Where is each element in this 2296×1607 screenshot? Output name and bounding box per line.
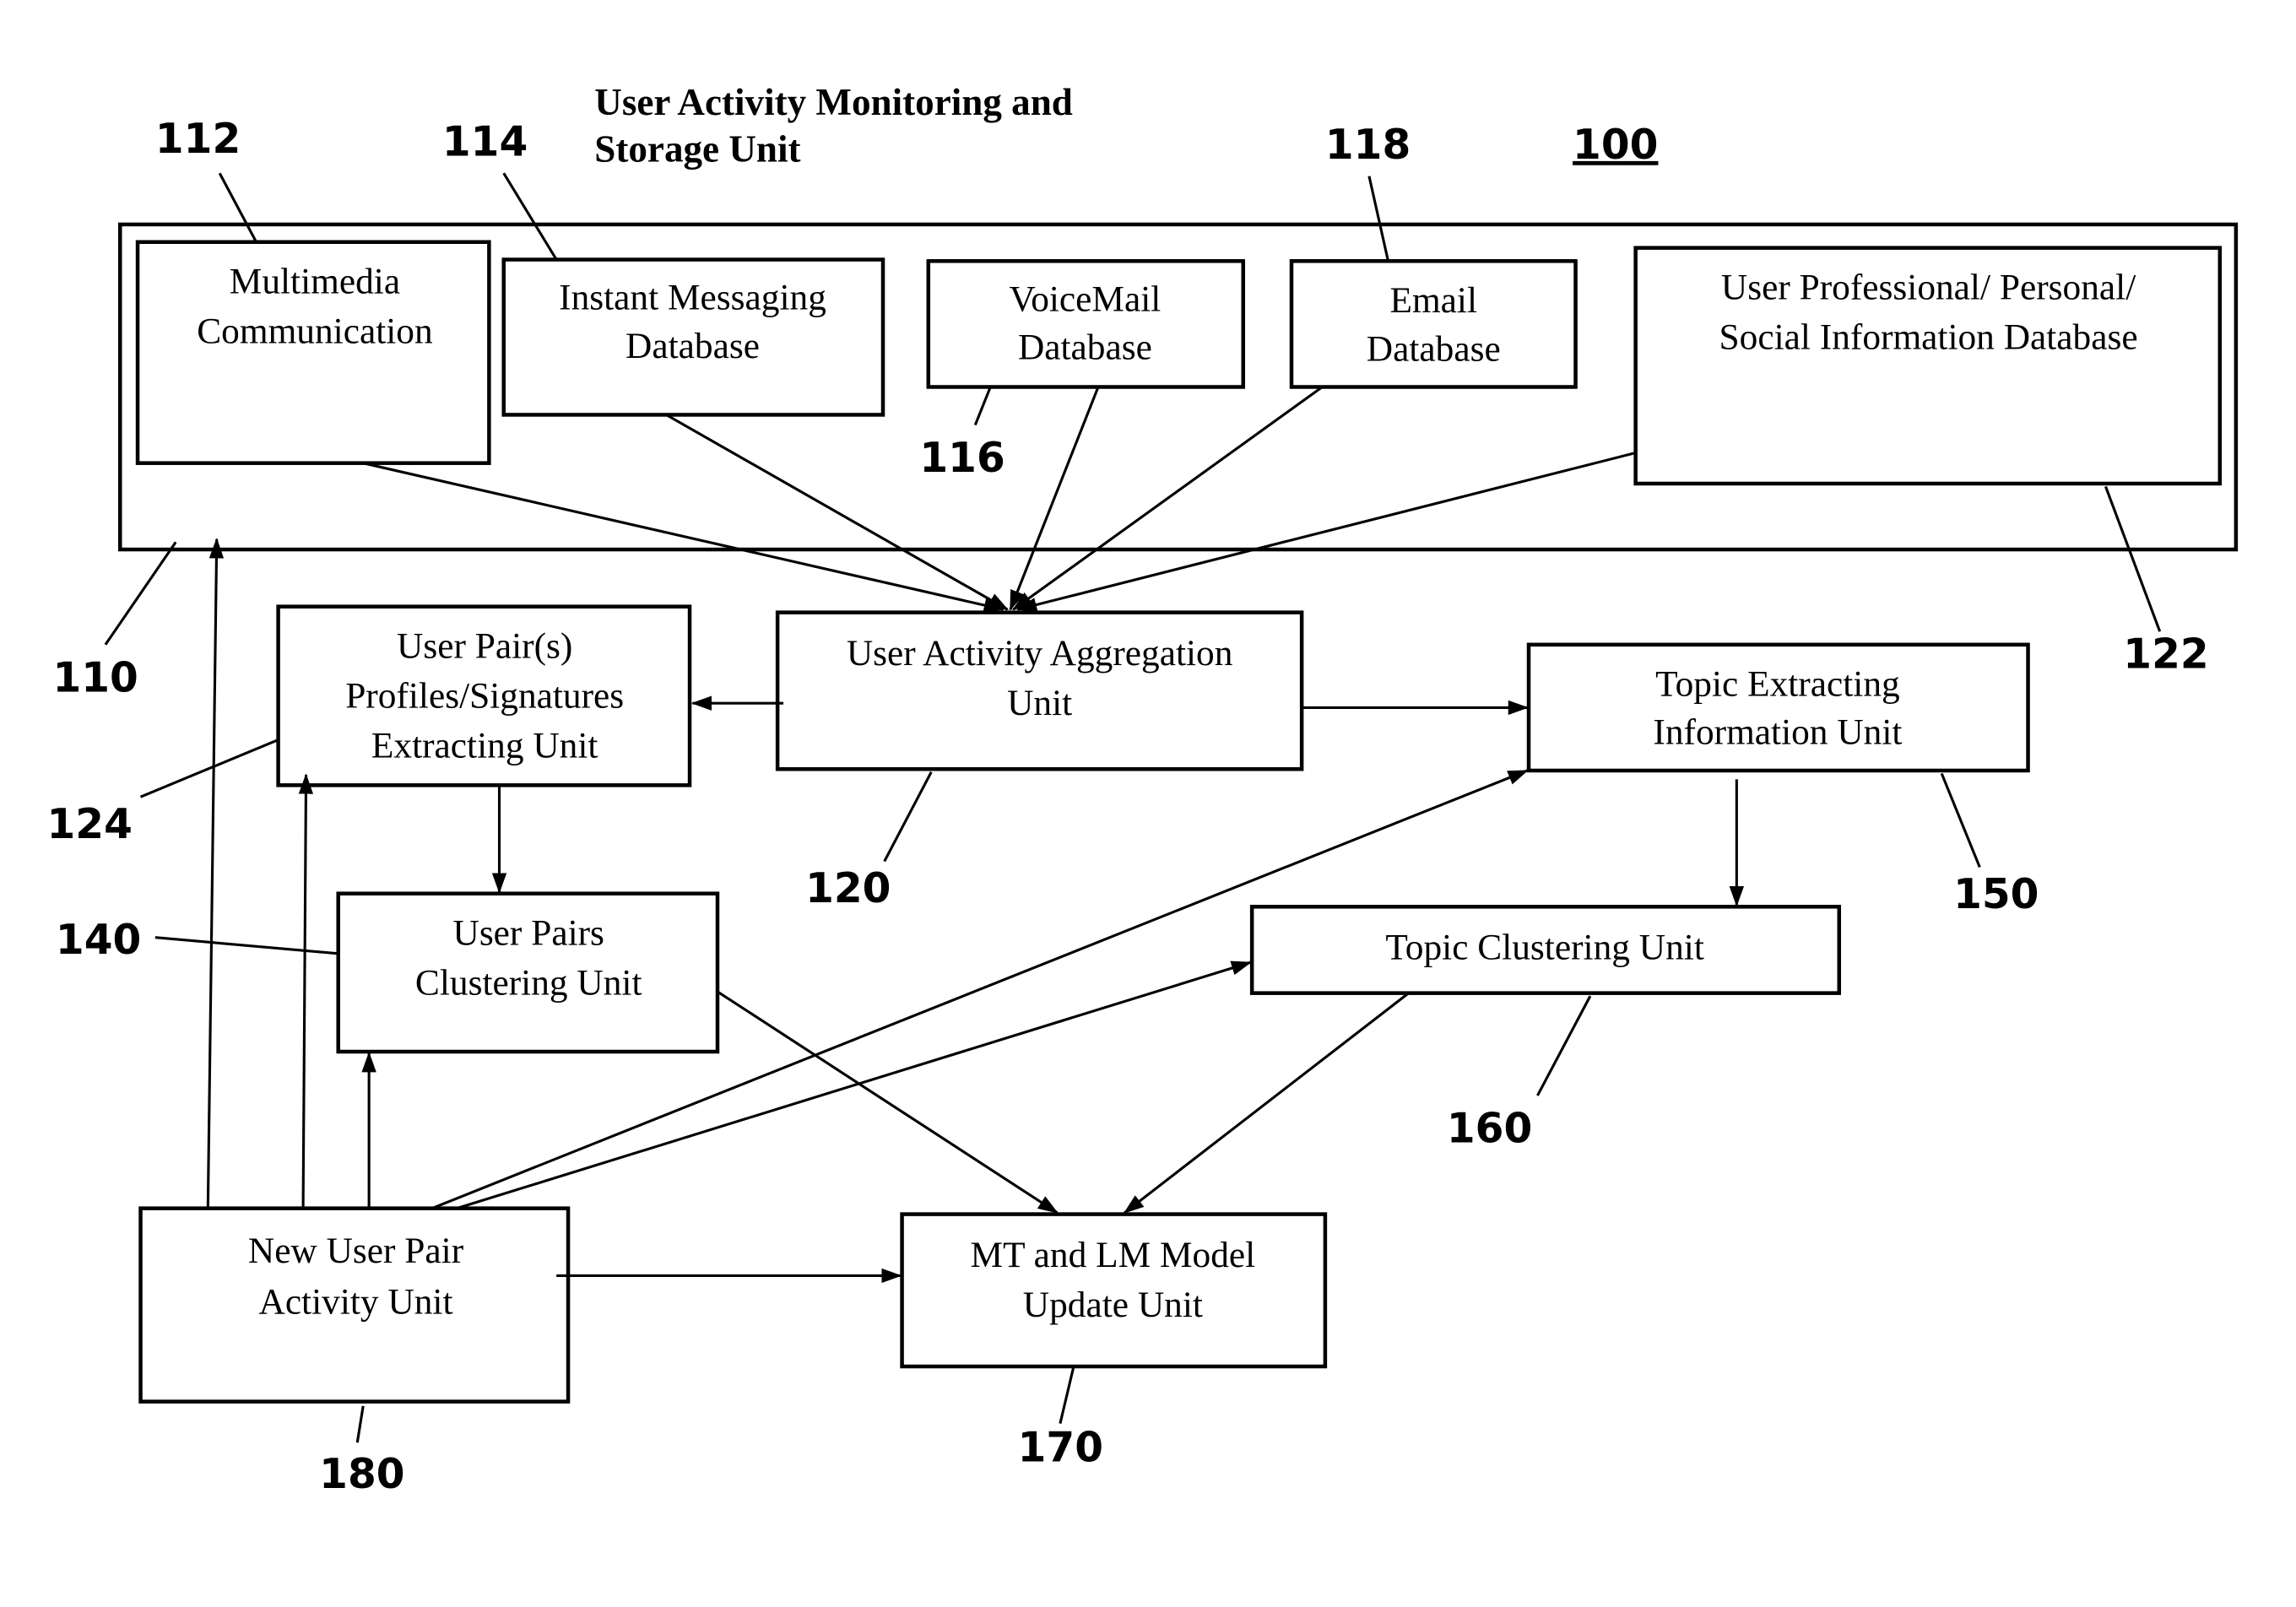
node-label: Clustering Unit	[415, 962, 642, 1003]
node-new-user-pair: New User Pair Activity Unit	[138, 1206, 571, 1404]
node-label: Database	[625, 326, 760, 366]
node-label: Database	[1018, 327, 1152, 368]
node-label: Instant Messaging	[559, 278, 826, 318]
ref-180: 180	[319, 1451, 404, 1498]
node-label: Activity Unit	[259, 1282, 453, 1323]
leader-150	[1940, 772, 1981, 868]
node-label: Profiles/Signatures	[345, 675, 624, 716]
leader-140	[154, 936, 338, 955]
node-label: Extracting Unit	[371, 725, 598, 766]
node-label: Communication	[197, 311, 433, 351]
node-email: Email Database	[1289, 259, 1578, 389]
node-label: Topic Extracting	[1655, 664, 1900, 705]
node-label: Information Unit	[1653, 712, 1902, 753]
leader-124	[139, 739, 279, 798]
edge-new-pair-profiles	[298, 773, 314, 1209]
node-label: Email	[1389, 280, 1477, 321]
ref-110: 110	[52, 654, 138, 701]
ref-170: 170	[1018, 1425, 1103, 1472]
node-label: User Pairs	[453, 912, 604, 953]
ref-140: 140	[56, 917, 141, 964]
node-label: New User Pair	[248, 1231, 464, 1271]
node-label: Topic Clustering Unit	[1385, 928, 1704, 968]
node-model-update: MT and LM Model Update Unit	[900, 1212, 1328, 1369]
ref-120: 120	[805, 865, 891, 912]
leader-160	[1536, 995, 1592, 1096]
ref-116: 116	[919, 435, 1004, 482]
ref-112: 112	[155, 116, 241, 163]
ref-118: 118	[1325, 122, 1411, 169]
node-label: User Professional/ Personal/	[1721, 267, 2136, 307]
node-profiles: User Pair(s) Profiles/Signatures Extract…	[276, 604, 692, 787]
ref-150: 150	[1953, 871, 2039, 918]
node-label: User Pair(s)	[397, 625, 572, 666]
node-aggregation: User Activity Aggregation Unit	[775, 610, 1304, 771]
node-pairs-clustering: User Pairs Clustering Unit	[336, 891, 720, 1054]
ref-124: 124	[47, 801, 133, 848]
node-topic-extracting: Topic Extracting Information Unit	[1526, 642, 2030, 773]
node-label: Database	[1367, 328, 1501, 369]
node-label: Social Information Database	[1719, 317, 2138, 357]
node-multimedia: Multimedia Communication	[135, 240, 491, 465]
node-label: Update Unit	[1023, 1285, 1203, 1325]
node-label: Multimedia	[230, 261, 400, 301]
node-topic-clustering: Topic Clustering Unit	[1249, 905, 1842, 995]
leader-110	[104, 541, 177, 646]
container-title-line1: User Activity Monitoring and	[594, 81, 1073, 123]
node-label: VoiceMail	[1009, 279, 1161, 319]
node-label: MT and LM Model	[971, 1235, 1256, 1275]
edge-new-pair-container	[206, 538, 225, 1209]
edge-topic-clustering-model-update	[1123, 992, 1410, 1215]
ref-114: 114	[442, 118, 528, 165]
leader-170	[1059, 1367, 1075, 1425]
node-label: User Activity Aggregation	[847, 633, 1233, 674]
node-instant-messaging: Instant Messaging Database	[501, 257, 885, 417]
figure-ref: 100	[1573, 122, 1658, 169]
container-title-line2: Storage Unit	[594, 127, 800, 170]
leader-180	[355, 1405, 365, 1443]
edge-pairs-clustering-model-update	[717, 990, 1059, 1215]
node-user-info-db: User Professional/ Personal/ Social Info…	[1633, 246, 2223, 486]
node-voicemail: VoiceMail Database	[926, 259, 1246, 389]
block-diagram: User Activity Monitoring and Storage Uni…	[47, 81, 2239, 1498]
ref-122: 122	[2123, 631, 2208, 679]
ref-160: 160	[1447, 1106, 1532, 1153]
leader-120	[883, 771, 933, 863]
node-label: Unit	[1007, 683, 1072, 723]
